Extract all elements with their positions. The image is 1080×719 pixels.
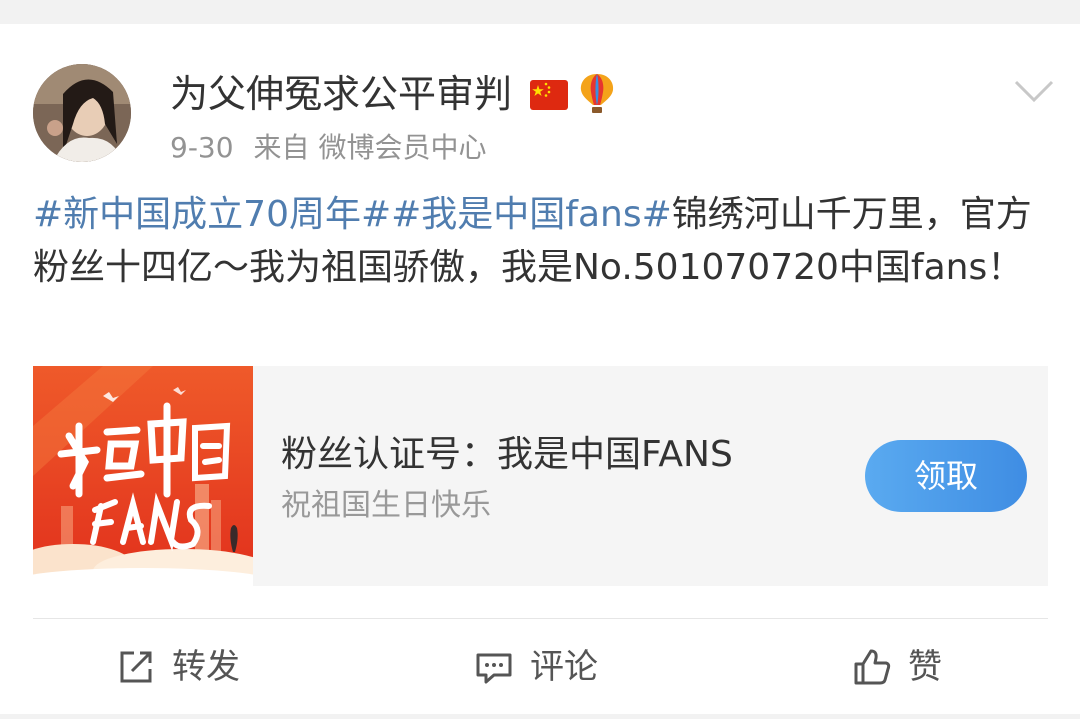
claim-button[interactable]: 领取 [865, 440, 1027, 512]
link-card[interactable]: 粉丝认证号：我是中国FANS 祝祖国生日快乐 领取 [33, 366, 1048, 586]
repost-icon [120, 651, 152, 683]
china-flag-icon [530, 80, 568, 110]
repost-label: 转发 [172, 647, 240, 687]
post-date: 9-30 [170, 131, 234, 164]
avatar-image [33, 64, 131, 162]
repost-button[interactable]: 转发 [116, 640, 240, 694]
link-card-title: 粉丝认证号：我是中国FANS [281, 434, 733, 475]
comment-label: 评论 [530, 647, 598, 687]
promo-image [33, 366, 253, 586]
chevron-down-icon[interactable] [1012, 76, 1056, 106]
source-prefix: 来自 [253, 131, 310, 164]
comment-icon [476, 653, 512, 684]
promo-image-art [33, 366, 253, 586]
post-source[interactable]: 微博会员中心 [318, 131, 486, 164]
hot-air-balloon-icon [580, 74, 614, 113]
weibo-post-card: 为父伸冤求公平审判 9-30 来自 微博会员中心 #新中国成立70周年##我是中国… [0, 24, 1080, 714]
post-meta: 9-30 来自 微博会员中心 [170, 128, 486, 168]
username[interactable]: 为父伸冤求公平审判 [170, 68, 512, 120]
like-label: 赞 [908, 647, 942, 687]
action-bar-divider [33, 618, 1048, 619]
comment-button[interactable]: 评论 [474, 640, 598, 694]
avatar[interactable] [33, 64, 131, 162]
post-content: #新中国成立70周年##我是中国fans#锦绣河山千万里，官方粉丝十四亿～我为祖… [33, 188, 1043, 294]
hashtag-china-fans[interactable]: #我是中国fans# [391, 194, 672, 235]
link-card-subtitle: 祝祖国生日快乐 [281, 488, 491, 523]
hashtag-national-day[interactable]: #新中国成立70周年# [33, 194, 391, 235]
like-icon [854, 649, 891, 685]
like-button[interactable]: 赞 [852, 640, 942, 694]
